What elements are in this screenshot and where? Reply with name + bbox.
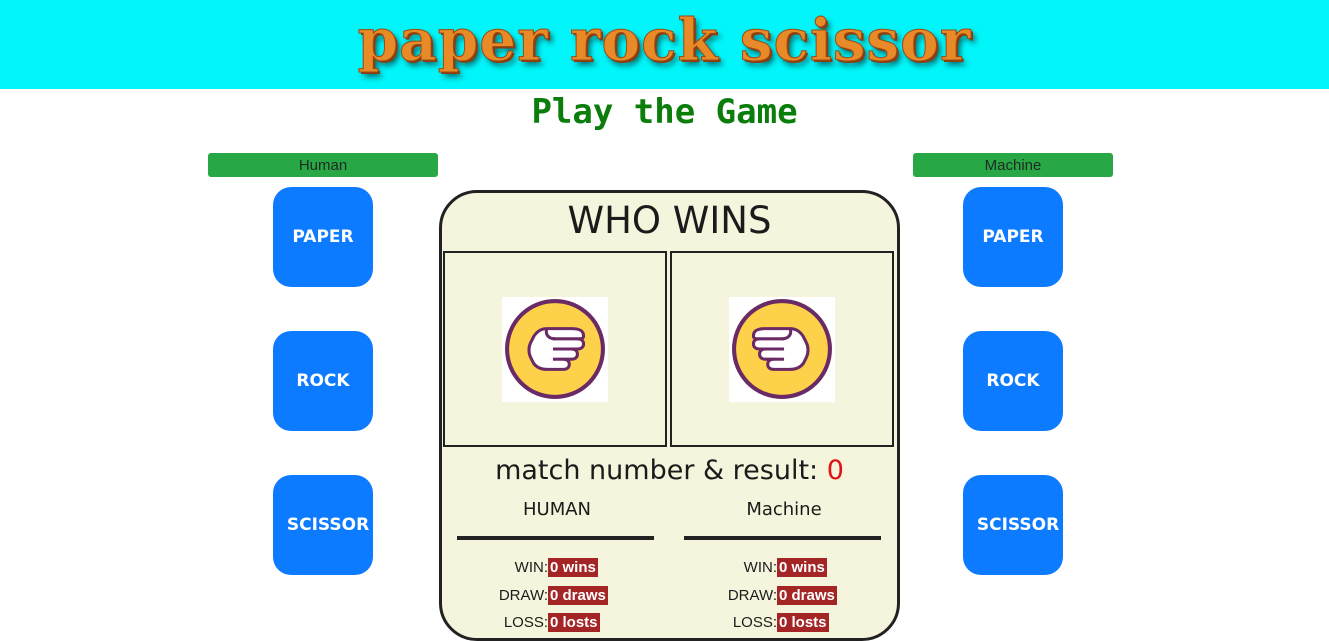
paper-hand-icon [729, 296, 835, 402]
human-win-stat: WIN: 0 wins [482, 557, 598, 577]
human-paper-button[interactable]: PAPER [273, 187, 373, 287]
match-result-line: match number & result: 0 [442, 455, 897, 486]
paper-hand-icon [502, 296, 608, 402]
header-banner: paper rock scissor [0, 0, 1329, 89]
machine-choice-box [670, 251, 894, 447]
human-column-heading: HUMAN [522, 499, 592, 520]
match-number: 0 [826, 455, 844, 486]
machine-loss-badge: 0 losts [777, 612, 829, 632]
machine-win-badge: 0 wins [777, 557, 827, 577]
human-rock-button[interactable]: ROCK [273, 331, 373, 431]
page-subtitle: Play the Game [531, 92, 798, 132]
human-scissor-button[interactable]: SCISSOR [273, 475, 373, 575]
human-label: Human [208, 153, 438, 177]
human-draw-badge: 0 draws [548, 585, 608, 605]
machine-column-heading: Machine [746, 499, 822, 520]
win-label: WIN: [743, 558, 777, 576]
human-loss-badge: 0 losts [548, 612, 600, 632]
human-loss-stat: LOSS: 0 losts [482, 612, 600, 632]
human-win-badge: 0 wins [548, 557, 598, 577]
machine-scissor-button[interactable]: SCISSOR [963, 475, 1063, 575]
machine-draw-badge: 0 draws [777, 585, 837, 605]
draw-label: DRAW: [727, 586, 777, 604]
win-label: WIN: [514, 558, 548, 576]
machine-label: Machine [913, 153, 1113, 177]
loss-label: LOSS: [503, 613, 548, 631]
machine-paper-button[interactable]: PAPER [963, 187, 1063, 287]
human-draw-stat: DRAW: 0 draws [482, 585, 608, 605]
match-label: match number & result: [495, 455, 819, 486]
human-choice-box [443, 251, 667, 447]
machine-loss-stat: LOSS: 0 losts [711, 612, 829, 632]
app-title: paper rock scissor [357, 5, 972, 74]
human-divider [457, 536, 654, 540]
machine-draw-stat: DRAW: 0 draws [711, 585, 837, 605]
loss-label: LOSS: [732, 613, 777, 631]
machine-rock-button[interactable]: ROCK [963, 331, 1063, 431]
board-title: WHO WINS [567, 199, 772, 242]
result-board: WHO WINS match number & result: 0 HUMAN … [439, 190, 900, 641]
machine-divider [684, 536, 881, 540]
machine-win-stat: WIN: 0 wins [711, 557, 827, 577]
draw-label: DRAW: [498, 586, 548, 604]
